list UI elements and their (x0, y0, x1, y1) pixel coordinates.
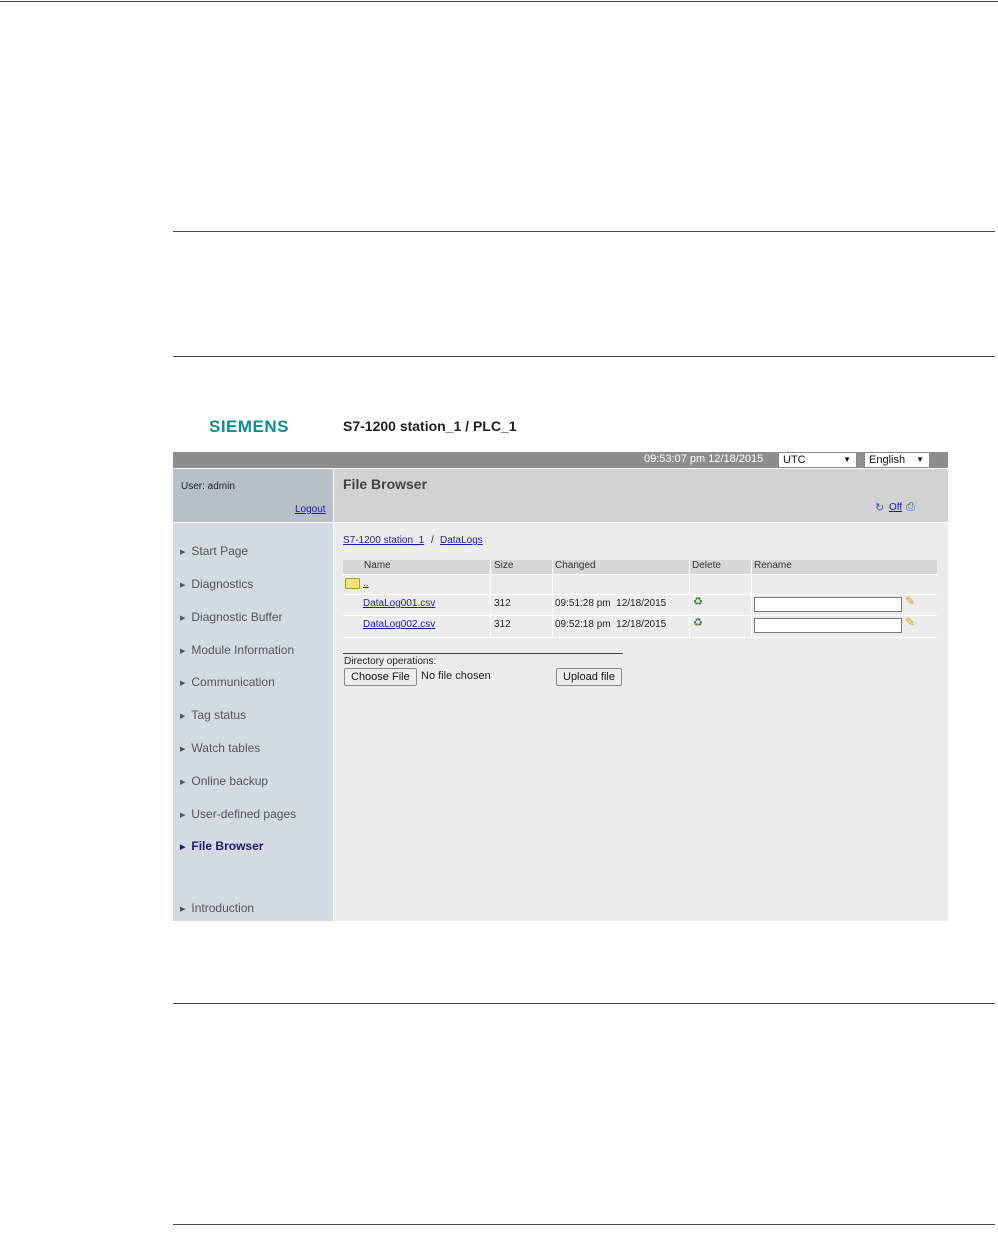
column-divider (751, 560, 752, 638)
triangle-right-icon: ▶ (180, 581, 186, 589)
language-select[interactable]: English ▼ (864, 452, 930, 468)
file-size: 312 (494, 598, 511, 609)
row-divider (343, 637, 937, 638)
sidebar-item-label: Diagnostics (191, 577, 254, 591)
triangle-right-icon: ▶ (180, 712, 186, 720)
pencil-icon[interactable]: ✎ (905, 615, 915, 629)
row-divider (343, 574, 937, 575)
sidebar-item-label: Start Page (191, 544, 249, 558)
section-rule (173, 1224, 995, 1225)
clock-display: 09:53:07 pm 12/18/2015 (644, 453, 764, 465)
station-title: S7-1200 station_1 / PLC_1 (343, 418, 517, 434)
column-header-changed: Changed (555, 560, 596, 571)
sidebar-item-label: User-defined pages (191, 807, 297, 821)
sidebar-item-label: Watch tables (191, 741, 261, 755)
logout-link[interactable]: Logout (295, 504, 326, 515)
sidebar-item-label: Tag status (191, 708, 247, 722)
ops-divider (343, 653, 623, 654)
sidebar-item-label: Diagnostic Buffer (191, 610, 283, 624)
section-rule (173, 231, 995, 232)
sidebar-item-file-browser[interactable]: ▶ File Browser (180, 839, 263, 853)
column-header-name: Name (364, 560, 391, 571)
column-header-delete: Delete (692, 560, 721, 571)
sidebar-item-label: Online backup (191, 774, 269, 788)
chevron-down-icon: ▼ (843, 455, 851, 464)
triangle-right-icon: ▶ (180, 811, 186, 819)
upload-file-button[interactable]: Upload file (556, 668, 622, 686)
chevron-down-icon: ▼ (916, 455, 924, 464)
no-file-chosen-text: No file chosen (421, 670, 491, 682)
triangle-right-icon: ▶ (180, 745, 186, 753)
column-divider (490, 560, 491, 638)
sidebar-item-online-backup[interactable]: ▶ Online backup (180, 774, 268, 788)
directory-operations-label: Directory operations: (344, 656, 437, 667)
choose-file-button[interactable]: Choose File (344, 668, 417, 686)
refresh-off-link[interactable]: Off (889, 502, 902, 513)
column-header-size: Size (494, 560, 514, 571)
language-value: English (869, 454, 906, 466)
table-header (343, 560, 937, 574)
triangle-right-icon: ▶ (180, 679, 186, 687)
file-link[interactable]: DataLog001.csv (363, 598, 435, 609)
row-divider (343, 615, 937, 616)
column-divider (689, 560, 690, 638)
page-title: File Browser (343, 476, 428, 492)
file-changed: 09:52:18 pm 12/18/2015 (555, 619, 667, 630)
sidebar-item-user-defined-pages[interactable]: ▶ User-defined pages (180, 807, 296, 821)
triangle-right-icon: ▶ (180, 905, 186, 913)
user-label: User: admin (181, 481, 235, 492)
breadcrumb-root-link[interactable]: S7-1200 station_1 (343, 535, 424, 546)
section-rule (173, 356, 995, 357)
column-header-rename: Rename (754, 560, 792, 571)
trash-icon[interactable]: ♻ (693, 618, 704, 629)
sidebar-item-start-page[interactable]: ▶ Start Page (180, 544, 248, 558)
sidebar-item-module-information[interactable]: ▶ Module Information (180, 643, 294, 657)
rename-input[interactable] (754, 618, 902, 633)
rename-input[interactable] (754, 597, 902, 612)
pencil-icon[interactable]: ✎ (905, 594, 915, 608)
sidebar-item-label: Communication (191, 675, 275, 689)
print-icon[interactable]: ⎙ (906, 501, 915, 514)
column-divider (552, 560, 553, 638)
sidebar-item-communication[interactable]: ▶ Communication (180, 675, 275, 689)
sidebar-item-label: Introduction (191, 901, 255, 915)
breadcrumb-folder-link[interactable]: DataLogs (440, 535, 483, 546)
triangle-right-icon: ▶ (180, 548, 186, 556)
main-content (334, 523, 948, 921)
file-link[interactable]: DataLog002.csv (363, 619, 435, 630)
sidebar-item-diagnostics[interactable]: ▶ Diagnostics (180, 577, 253, 591)
triangle-right-icon: ▶ (180, 614, 186, 622)
sidebar-item-label: File Browser (191, 839, 264, 853)
top-rule (0, 1, 998, 2)
folder-icon[interactable] (345, 578, 360, 589)
section-rule (173, 1003, 995, 1004)
sidebar-item-watch-tables[interactable]: ▶ Watch tables (180, 741, 260, 755)
file-size: 312 (494, 619, 511, 630)
timezone-select[interactable]: UTC ▼ (778, 452, 857, 468)
sidebar-item-diagnostic-buffer[interactable]: ▶ Diagnostic Buffer (180, 610, 283, 624)
triangle-right-icon: ▶ (180, 778, 186, 786)
sidebar-item-tag-status[interactable]: ▶ Tag status (180, 708, 246, 722)
trash-icon[interactable]: ♻ (693, 597, 704, 608)
file-changed: 09:51:28 pm 12/18/2015 (555, 598, 667, 609)
row-divider (343, 594, 937, 595)
sidebar-item-label: Module Information (191, 643, 295, 657)
parent-directory-link[interactable]: .. (363, 578, 369, 589)
sidebar-item-introduction[interactable]: ▶ Introduction (180, 901, 254, 915)
refresh-icon[interactable]: ↻ (875, 501, 884, 514)
triangle-right-icon: ▶ (180, 647, 186, 655)
breadcrumb-separator: / (431, 535, 434, 546)
timezone-value: UTC (783, 454, 806, 466)
triangle-right-icon: ▶ (180, 843, 186, 851)
siemens-logo: SIEMENS (209, 417, 290, 436)
